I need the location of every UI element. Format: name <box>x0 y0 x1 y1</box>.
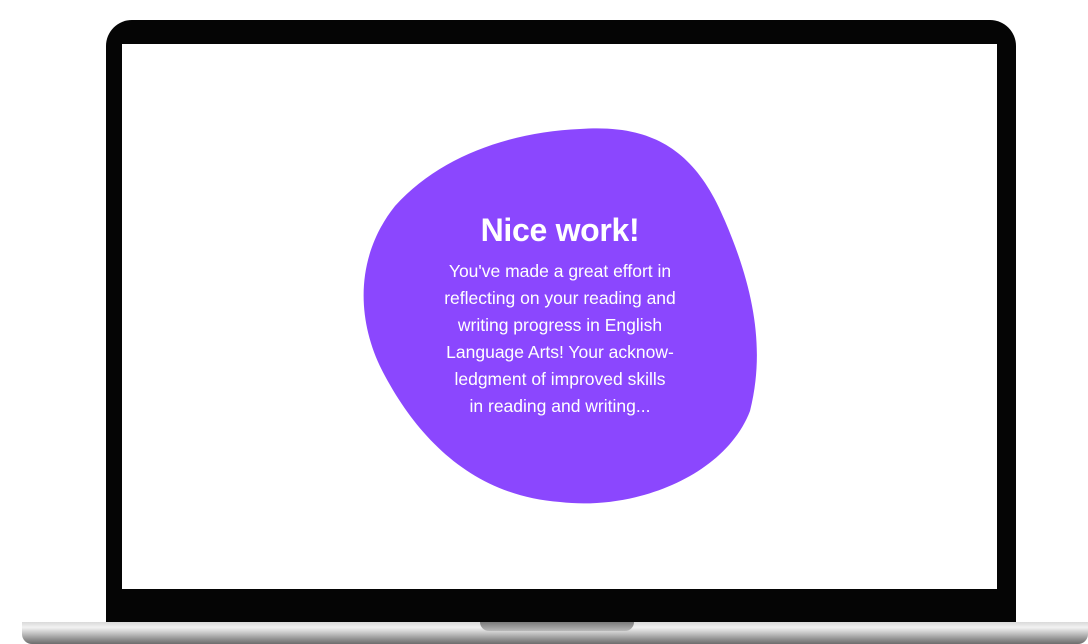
feedback-title: Nice work! <box>480 212 640 248</box>
laptop-hinge-notch <box>480 622 634 631</box>
laptop-mockup: Nice work! You've made a great effort in… <box>0 0 1088 644</box>
feedback-card: Nice work! You've made a great effort in… <box>412 212 708 420</box>
laptop-screen: Nice work! You've made a great effort in… <box>122 44 997 589</box>
feedback-body: You've made a great effort in reflecting… <box>444 261 676 416</box>
